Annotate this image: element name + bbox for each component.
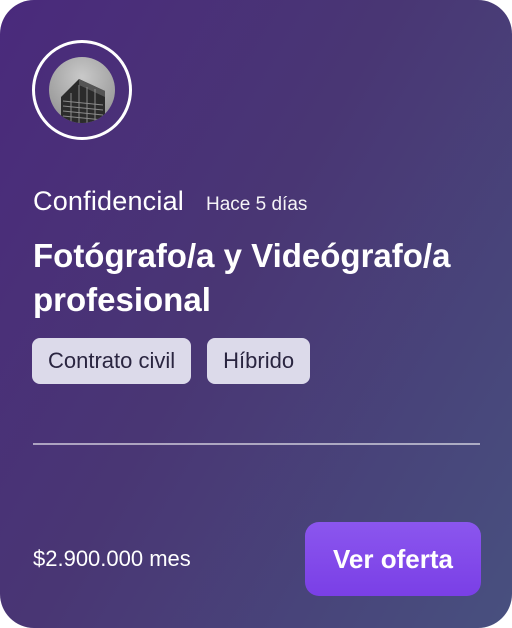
- job-tags: Contrato civil Híbrido: [32, 338, 311, 384]
- company-name: Confidencial: [33, 186, 184, 216]
- tag-work-mode: Híbrido: [207, 338, 311, 384]
- building-logo-icon: [49, 57, 115, 123]
- view-offer-button[interactable]: Ver oferta: [305, 522, 481, 596]
- job-title[interactable]: Fotógrafo/a y Videógrafo/a profesional: [33, 234, 473, 322]
- divider: [33, 443, 480, 445]
- posted-time: Hace 5 días: [206, 194, 308, 215]
- company-logo: [32, 40, 132, 140]
- salary: $2.900.000 mes: [33, 546, 191, 571]
- company-meta: Confidencial Hace 5 días: [33, 186, 307, 217]
- tag-contract-type: Contrato civil: [32, 338, 192, 384]
- job-card[interactable]: Confidencial Hace 5 días Fotógrafo/a y V…: [0, 0, 512, 628]
